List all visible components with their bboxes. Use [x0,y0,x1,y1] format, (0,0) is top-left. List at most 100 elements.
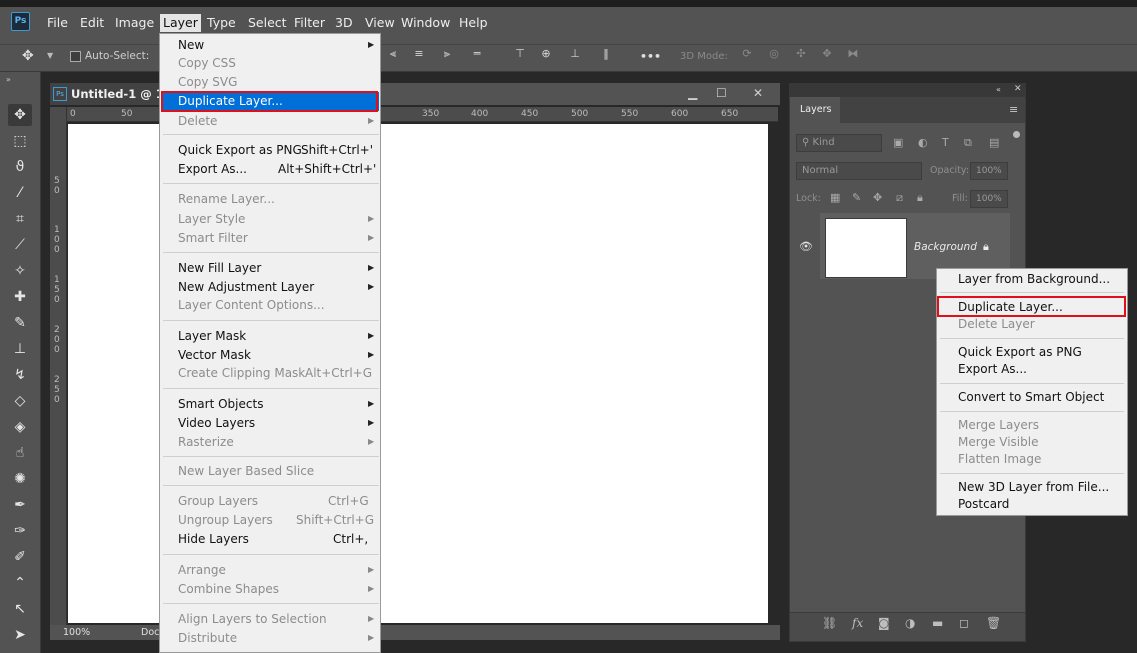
link-layers-icon[interactable]: ⛓ [822,616,837,630]
panel-menu-icon[interactable]: ≡ [1009,103,1018,116]
menu-item-delete[interactable]: Delete [178,114,217,128]
maximize-icon[interactable]: ☐ [716,86,727,100]
brush-tool-icon[interactable]: ✎ [8,312,32,334]
context-item-quick-export[interactable]: Quick Export as PNG [958,345,1082,359]
3d-roll-icon[interactable]: ◎ [767,48,781,60]
freeform-pen-icon[interactable]: ✑ [8,520,32,542]
smudge-tool-icon[interactable]: ☝ [8,442,32,464]
group-folder-icon[interactable]: ▬ [932,616,943,630]
close-icon[interactable]: ✕ [753,86,763,100]
eyedropper-icon[interactable]: ⟋ [8,234,32,256]
marquee-tool-icon[interactable]: ⬚ [8,130,32,152]
menu-item-create-clipping-mask[interactable]: Create Clipping Mask [178,366,305,380]
context-item-merge-visible[interactable]: Merge Visible [958,435,1038,449]
menu-edit[interactable]: Edit [77,14,107,32]
distribute-vertical-icon[interactable]: ‖ [599,48,613,60]
menu-item-align-layers[interactable]: Align Layers to Selection [178,612,327,626]
context-item-new-3d-layer[interactable]: New 3D Layer from File... [958,480,1109,494]
align-bottom-icon[interactable]: ⊥ [568,48,582,60]
smart-object-filter-icon[interactable]: ▤ [989,136,999,149]
eye-icon[interactable]: 👁︎ [799,240,813,253]
blend-mode-select[interactable]: Normal [796,162,922,180]
bandage-icon[interactable]: ✚ [8,286,32,308]
menu-type[interactable]: Type [204,14,239,32]
menu-item-rename-layer[interactable]: Rename Layer... [178,192,275,206]
3d-scale-icon[interactable]: ⧓ [846,48,860,60]
collapse-icon[interactable]: » [6,75,11,84]
context-item-layer-from-background[interactable]: Layer from Background... [958,272,1110,286]
menu-item-copy-css[interactable]: Copy CSS [178,56,236,70]
menu-item-distribute[interactable]: Distribute [178,631,237,645]
lasso-tool-icon[interactable]: ϑ [8,156,32,178]
paint-bucket-icon[interactable]: ◈ [8,416,32,438]
lock-transparent-icon[interactable]: ▦ [830,191,840,204]
fill-input[interactable]: 100% [970,190,1008,208]
eraser-tool-icon[interactable]: ◇ [8,390,32,412]
menu-select[interactable]: Select [245,14,290,32]
pen-tool-icon[interactable]: ✒ [8,494,32,516]
fx-icon[interactable]: fx [852,616,863,630]
menu-item-layer-content-options[interactable]: Layer Content Options... [178,298,325,312]
menu-item-arrange[interactable]: Arrange [178,563,226,577]
lock-pixels-icon[interactable]: ✎ [852,191,861,204]
lock-artboard-icon[interactable]: ⧄ [896,191,903,205]
menu-item-smart-filter[interactable]: Smart Filter [178,231,248,245]
context-item-merge-layers[interactable]: Merge Layers [958,418,1039,432]
adjustment-filter-icon[interactable]: ◐ [918,136,928,149]
align-top-icon[interactable]: ⊤ [513,48,527,60]
menu-layer[interactable]: Layer [160,14,201,32]
menu-item-layer-style[interactable]: Layer Style [178,212,245,226]
auto-select-checkbox[interactable] [70,51,81,62]
menu-item-new-adjustment-layer[interactable]: New Adjustment Layer [178,280,314,294]
align-center-icon[interactable]: ≡ [412,48,426,60]
menu-item-quick-export[interactable]: Quick Export as PNG [178,143,302,157]
menu-item-group-layers[interactable]: Group Layers [178,494,258,508]
menu-item-smart-objects[interactable]: Smart Objects [178,397,263,411]
add-mask-icon[interactable]: ◙ [878,616,890,630]
3d-orbit-icon[interactable]: ⟳ [740,48,754,60]
align-left-icon[interactable]: ⫷ [386,48,400,60]
move-tool-icon[interactable]: ✥ [8,104,32,126]
menu-item-layer-mask[interactable]: Layer Mask [178,329,246,343]
collapse-panel-icon[interactable]: « [996,85,1001,94]
minimize-icon[interactable]: ▁ [688,86,697,100]
path-select-icon[interactable]: ↖ [8,598,32,620]
history-brush-icon[interactable]: ↯ [8,364,32,386]
menu-item-combine-shapes[interactable]: Combine Shapes [178,582,279,596]
menu-item-ungroup-layers[interactable]: Ungroup Layers [178,513,273,527]
menu-item-rasterize[interactable]: Rasterize [178,435,234,449]
menu-filter[interactable]: Filter [291,14,328,32]
align-middle-icon[interactable]: ⊕ [539,48,553,60]
menu-item-video-layers[interactable]: Video Layers [178,416,255,430]
menu-item-new[interactable]: New [178,38,204,52]
menu-view[interactable]: View [362,14,398,32]
document-info[interactable]: Doc [141,627,159,638]
context-item-postcard[interactable]: Postcard [958,497,1009,511]
menu-file[interactable]: File [44,14,71,32]
move-tool-icon[interactable]: ✥ [22,48,34,64]
more-options-icon[interactable]: ••• [640,50,661,63]
align-right-icon[interactable]: ⫸ [440,48,454,60]
context-item-flatten-image[interactable]: Flatten Image [958,452,1041,466]
menu-item-new-layer-based-slice[interactable]: New Layer Based Slice [178,464,314,478]
menu-item-new-fill-layer[interactable]: New Fill Layer [178,261,261,275]
menu-item-copy-svg[interactable]: Copy SVG [178,75,237,89]
add-anchor-icon[interactable]: ✐ [8,546,32,568]
menu-item-vector-mask[interactable]: Vector Mask [178,348,251,362]
menu-item-hide-layers[interactable]: Hide Layers [178,532,249,546]
direct-select-icon[interactable]: ➤ [8,624,32,646]
shape-filter-icon[interactable]: ⧉ [964,136,972,150]
context-item-delete-layer[interactable]: Delete Layer [958,317,1035,331]
zoom-level[interactable]: 100% [63,627,90,638]
filter-toggle-icon[interactable] [1013,131,1020,138]
kind-filter-select[interactable]: ⚲ Kind [796,134,882,152]
sponge-tool-icon[interactable]: ✺ [8,468,32,490]
context-item-export-as[interactable]: Export As... [958,362,1027,376]
context-item-convert-smart-object[interactable]: Convert to Smart Object [958,390,1104,404]
menu-help[interactable]: Help [456,14,491,32]
new-layer-icon[interactable]: ◻ [959,616,969,630]
opacity-input[interactable]: 100% [970,162,1008,180]
trash-icon[interactable]: 🗑︎ [986,616,1001,630]
stamp-tool-icon[interactable]: ⊥ [8,338,32,360]
crop-tool-icon[interactable]: ⌗ [8,208,32,230]
